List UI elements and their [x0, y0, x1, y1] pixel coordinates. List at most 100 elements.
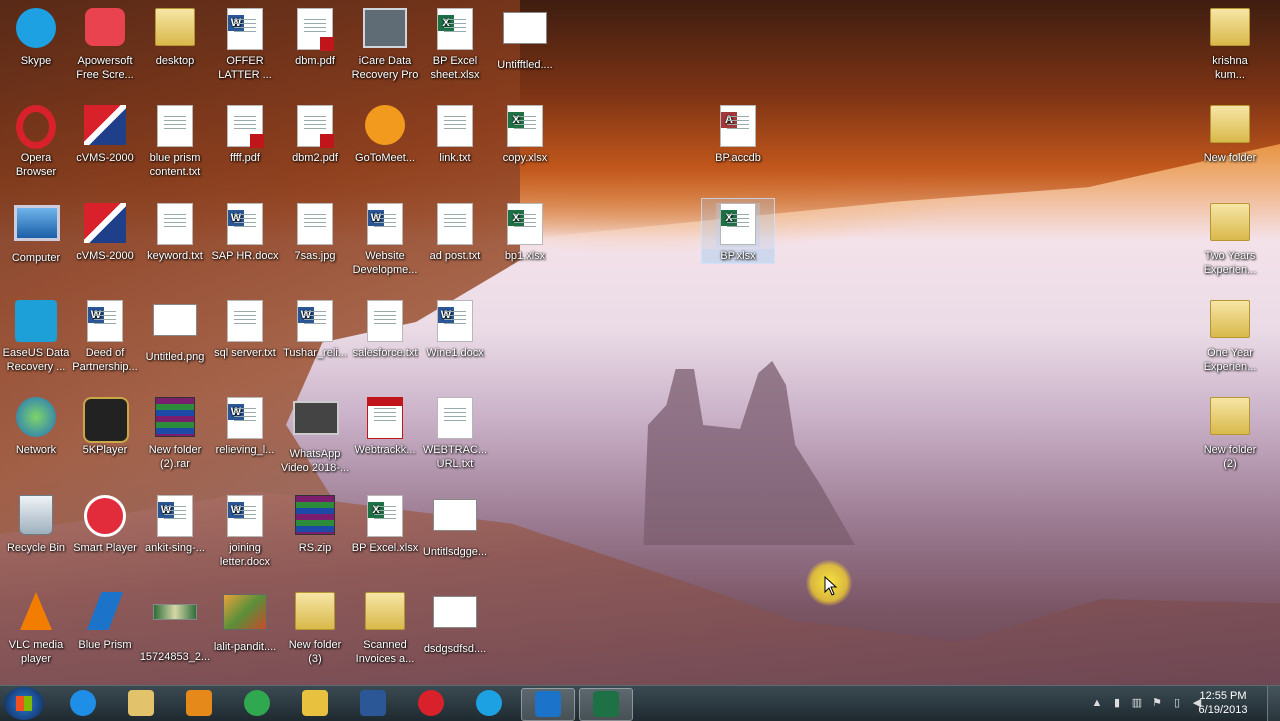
action-center-icon[interactable]: ⚑: [1150, 696, 1164, 710]
desktop-icon-copy-xlsx[interactable]: Xcopy.xlsx: [489, 101, 561, 165]
desktop-icon-rs-zip[interactable]: RS.zip: [279, 491, 351, 555]
desktop-icon-salesforce-txt[interactable]: salesforce.txt: [349, 296, 421, 360]
desktop-icon-webtrac-url-txt[interactable]: WEBTRAC... URL.txt: [419, 393, 491, 471]
desktop-icon-one-year-experien[interactable]: One Year Experien...: [1194, 296, 1266, 374]
zip-icon: [293, 495, 337, 539]
desktop-icon-blue-prism-content-txt[interactable]: blue prism content.txt: [139, 101, 211, 179]
desktop-icon-skype[interactable]: Skype: [0, 4, 72, 68]
desktop-icon-lalit-pandit[interactable]: lalit-pandit....: [209, 588, 281, 654]
desktop-icon-label: joining letter.docx: [219, 542, 271, 568]
desktop-icon-recycle-bin[interactable]: Recycle Bin: [0, 491, 72, 555]
desktop-icon-untifftled[interactable]: Untifftled....: [489, 4, 561, 72]
desktop-icon-joining-letter-docx[interactable]: Wjoining letter.docx: [209, 491, 281, 569]
desktop-icon-dbm-pdf[interactable]: dbm.pdf: [279, 4, 351, 68]
desktop-icon-relieving-l[interactable]: Wrelieving_l...: [209, 393, 281, 457]
desktop-icon-label: Webtrackk...: [354, 444, 416, 456]
word-icon: W: [433, 300, 477, 344]
system-clock[interactable]: 12:55 PM 6/19/2013: [1188, 689, 1258, 717]
desktop-icon-sql-server-txt[interactable]: sql server.txt: [209, 296, 281, 360]
desktop-icon-label: link.txt: [439, 152, 471, 164]
desktop-icon-label: Deed of Partnership...: [72, 347, 138, 373]
desktop-icon-label: iCare Data Recovery Pro: [351, 55, 419, 81]
battery-icon[interactable]: ▯: [1170, 696, 1184, 710]
taskbar-opera-button[interactable]: [405, 688, 457, 719]
desktop-icon-two-years-experien[interactable]: Two Years Experien...: [1194, 199, 1266, 277]
taskbar-skype-button[interactable]: [463, 688, 515, 719]
desktop-icon-bp-xlsx[interactable]: X BP.xlsx: [701, 198, 775, 264]
desktop-icon-vlc-media-player[interactable]: VLC media player: [0, 588, 72, 666]
folder-icon: [1208, 397, 1252, 441]
desktop-icon-apowersoft-free-scre[interactable]: Apowersoft Free Scre...: [69, 4, 141, 82]
desktop-icon-bp-excel-xlsx[interactable]: X BP Excel.xlsx: [349, 491, 421, 555]
desktop-icon-new-folder[interactable]: New folder: [1194, 101, 1266, 165]
vlc-icon: [14, 592, 58, 636]
desktop-icon-new-folder-3[interactable]: New folder (3): [279, 588, 351, 666]
desktop-icon-ffff-pdf[interactable]: ffff.pdf: [209, 101, 281, 165]
desktop-icon-7sas-jpg[interactable]: 7sas.jpg: [279, 199, 351, 263]
word-icon: [360, 690, 386, 716]
desktop-icon-untitlsdgge[interactable]: Untitlsdgge...: [419, 491, 491, 559]
word-icon: W: [363, 203, 407, 247]
desktop-icon-15724853-2[interactable]: 15724853_2...: [139, 588, 211, 664]
desktop-icon-sap-hr-docx[interactable]: W SAP HR.docx: [209, 199, 281, 263]
easeus-icon: [14, 300, 58, 344]
desktop-icon-icare-data-recovery-pro[interactable]: iCare Data Recovery Pro: [349, 4, 421, 82]
taskbar-windows-explorer-button[interactable]: [115, 688, 167, 719]
desktop-icon-bp-excel-sheet-xlsx[interactable]: X BP Excel sheet.xlsx: [419, 4, 491, 82]
start-button[interactable]: [4, 687, 44, 720]
tray-expand-icon[interactable]: ▲: [1090, 696, 1104, 710]
desktop-icon-dbm2-pdf[interactable]: dbm2.pdf: [279, 101, 351, 165]
desktop-icon-keyword-txt[interactable]: keyword.txt: [139, 199, 211, 263]
desktop-icon-untitled-png[interactable]: Untitled.png: [139, 296, 211, 364]
desktop-icon-computer[interactable]: Computer: [0, 199, 72, 265]
desktop-icon-label: desktop: [155, 55, 195, 67]
desktop-icon-desktop[interactable]: desktop: [139, 4, 211, 68]
desktop-icon-link-txt[interactable]: link.txt: [419, 101, 491, 165]
taskbar-media-player-button[interactable]: [173, 688, 225, 719]
desktop-icon-new-folder-2[interactable]: New folder (2): [1194, 393, 1266, 471]
signal-icon[interactable]: ▮: [1110, 696, 1124, 710]
txt-icon: [433, 397, 477, 441]
desktop-icon-krishna-kum[interactable]: krishna kum...: [1194, 4, 1266, 82]
desktop-icon-whatsapp-video-2018[interactable]: WhatsApp Video 2018-...: [279, 393, 351, 475]
desktop-icon-wine1-docx[interactable]: W Wine1.docx: [419, 296, 491, 360]
desktop-icon-label: BP Excel sheet.xlsx: [430, 55, 480, 81]
taskbar-word-button[interactable]: [347, 688, 399, 719]
desktop-icon-label: ankit-sing-...: [145, 542, 205, 554]
desktop-icon-ankit-sing[interactable]: Wankit-sing-...: [139, 491, 211, 555]
taskbar-chrome-button[interactable]: [231, 688, 283, 719]
desktop-icon-label: Recycle Bin: [6, 542, 66, 554]
xls-icon: X: [503, 203, 547, 247]
desktop-icon-scanned-invoices-a[interactable]: Scanned Invoices a...: [349, 588, 421, 666]
desktop-icon-new-folder-2-rar[interactable]: New folder (2).rar: [139, 393, 211, 471]
desktop-icon-network[interactable]: Network: [0, 393, 72, 457]
desktop-icon-website-developme[interactable]: W Website Developme...: [349, 199, 421, 277]
desktop-icon-bp-accdb[interactable]: A BP.accdb: [702, 101, 774, 165]
desktop-icon-label: GoToMeet...: [355, 152, 415, 164]
desktop-icon-label: Skype: [20, 55, 52, 67]
desktop-icon-label: VLC media player: [8, 639, 64, 665]
desktop-icon-dsdgsdfsd[interactable]: dsdgsdfsd....: [419, 588, 491, 656]
desktop-icon-smart-player[interactable]: Smart Player: [69, 491, 141, 555]
desktop-icon-cvms-2000[interactable]: cVMS-2000: [69, 199, 141, 263]
desktop-icon-cvms-2000[interactable]: cVMS-2000: [69, 101, 141, 165]
taskbar-excel-button[interactable]: [579, 688, 633, 721]
desktop-icon-opera-browser[interactable]: Opera Browser: [0, 101, 72, 179]
desktop-icon-5kplayer[interactable]: 5KPlayer: [69, 393, 141, 457]
desktop-icon-offer-latter[interactable]: W OFFER LATTER ...: [209, 4, 281, 82]
computer-icon: [14, 205, 60, 249]
taskbar-outlook-mail-button[interactable]: [289, 688, 341, 719]
desktop-icon-blue-prism[interactable]: Blue Prism: [69, 588, 141, 652]
desktop-icon-ad-post-txt[interactable]: ad post.txt: [419, 199, 491, 263]
taskbar-internet-explorer-button[interactable]: [57, 688, 109, 719]
desktop-icon-webtrackk[interactable]: Webtrackk...: [349, 393, 421, 457]
network-tray-icon[interactable]: ▥: [1130, 696, 1144, 710]
desktop-icon-easeus-data-recovery[interactable]: EaseUS Data Recovery ...: [0, 296, 72, 374]
desktop-icon-deed-of-partnership[interactable]: W Deed of Partnership...: [69, 296, 141, 374]
desktop-icon-gotomeet[interactable]: GoToMeet...: [349, 101, 421, 165]
desktop-background[interactable]: Skype Apowersoft Free Scre... desktop W OFFE…: [0, 0, 1280, 685]
taskbar-blue-prism-button[interactable]: [521, 688, 575, 721]
show-desktop-button[interactable]: [1267, 686, 1280, 721]
desktop-icon-tushar-reli[interactable]: W Tushar_reli...: [279, 296, 351, 360]
desktop-icon-bp1-xlsx[interactable]: Xbp1.xlsx: [489, 199, 561, 263]
